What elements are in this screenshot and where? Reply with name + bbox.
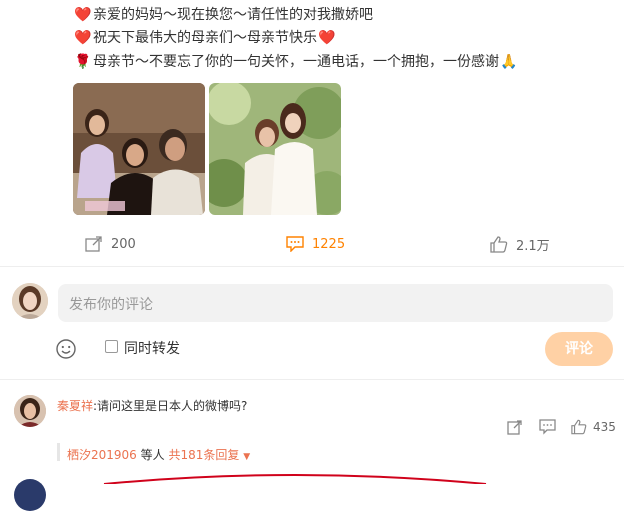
heart-emoji: ❤️ (74, 30, 92, 46)
comment-like-count: 435 (593, 420, 616, 434)
red-annotation-oval (103, 474, 487, 484)
heart-emoji: ❤️ (74, 7, 92, 23)
reply-username[interactable]: 栖汐201906 (67, 448, 137, 462)
comment-reply-icon[interactable] (539, 419, 556, 435)
emoji-picker-button[interactable] (55, 338, 77, 360)
praying-hands-emoji: 🙏 (500, 54, 518, 70)
comment-icon (286, 236, 304, 252)
post-text-line-1: ❤️亲爱的妈妈～现在换您～请任性的对我撒娇吧 (74, 7, 373, 23)
comment-repost-icon[interactable] (507, 419, 523, 435)
comment-input-placeholder: 发布你的评论 (69, 297, 153, 313)
comment-input[interactable]: 发布你的评论 (58, 284, 613, 322)
heart-emoji: ❤️ (318, 30, 336, 46)
thumbs-up-icon (490, 235, 508, 253)
post-text-line-2: ❤️祝天下最伟大的母亲们～母亲节快乐❤️ (74, 30, 336, 46)
like-count: 2.1万 (516, 238, 550, 254)
current-user-avatar[interactable] (12, 283, 48, 319)
rose-emoji: 🌹 (74, 54, 92, 70)
repost-count: 200 (111, 236, 136, 252)
post-photo-1[interactable] (73, 83, 205, 215)
reply-indent-bar (57, 443, 60, 461)
repost-checkbox-label[interactable]: 同时转发 (124, 338, 180, 358)
reply-summary[interactable]: 栖汐201906 等人 共181条回复 ▼ (67, 446, 250, 463)
submit-comment-button[interactable]: 评论 (545, 332, 613, 366)
commenter-avatar[interactable] (14, 395, 46, 427)
comment-button[interactable]: 1225 (286, 234, 345, 254)
post-photo-2[interactable] (209, 83, 341, 215)
reply-total-link[interactable]: 共181条回复 (168, 448, 239, 462)
smiley-icon (56, 339, 76, 359)
repost-checkbox[interactable] (105, 340, 118, 353)
comment-text: :请问这里是日本人的微博吗? (93, 399, 248, 413)
section-divider (0, 379, 624, 380)
chevron-down-icon[interactable]: ▼ (243, 452, 250, 462)
comment-count: 1225 (312, 236, 346, 252)
post-text-line-3: 🌹母亲节～不要忘了你的一句关怀，一通电话，一个拥抱，一份感谢🙏 (74, 54, 518, 70)
repost-icon (85, 236, 102, 252)
like-button[interactable]: 2.1万 (490, 234, 550, 254)
family-photo-image (73, 83, 205, 215)
mother-daughter-photo-image (209, 83, 341, 215)
repost-button[interactable]: 200 (85, 234, 136, 254)
comment-like-icon[interactable] (571, 419, 587, 435)
comment-content: 秦夏祥:请问这里是日本人的微博吗? (57, 397, 247, 414)
section-divider (0, 266, 624, 267)
commenter-username[interactable]: 秦夏祥 (57, 399, 93, 413)
